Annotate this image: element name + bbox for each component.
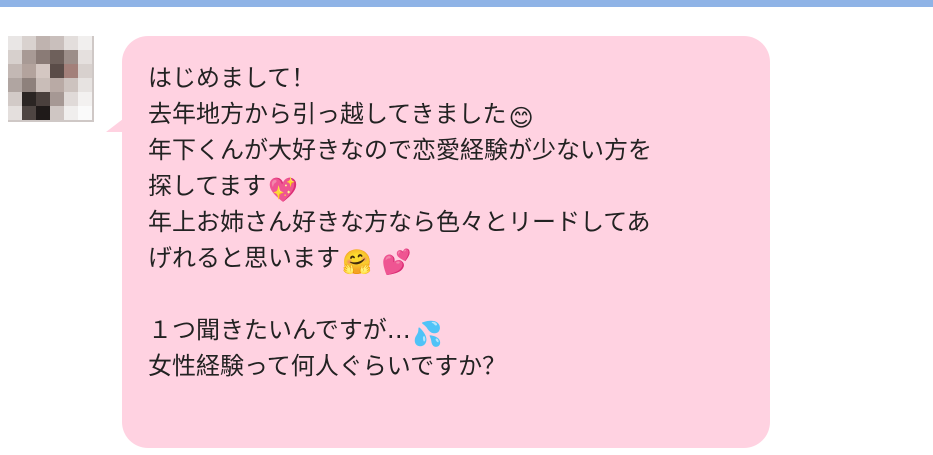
- message-line: １つ聞きたいんですが…💦: [148, 316, 443, 348]
- sweat-droplets-icon: 💦: [412, 320, 443, 348]
- avatar[interactable]: [8, 36, 94, 122]
- top-bar: [0, 0, 933, 7]
- message-bubble[interactable]: はじめまして！ 去年地方から引っ越してきました😊 年下くんが大好きなので恋愛経験…: [122, 36, 770, 448]
- message-line: 年下くんが大好きなので恋愛経験が少ない方を: [148, 136, 652, 164]
- two-hearts-icon: 💕: [381, 248, 412, 276]
- message-line: はじめまして！: [148, 64, 316, 92]
- sparkling-heart-icon: 💖: [268, 176, 298, 204]
- message-line: 探してます💖: [148, 172, 298, 204]
- message-line: 年上お姉さん好きな方なら色々とリードしてあ: [148, 208, 651, 236]
- hugging-face-icon: 🤗: [342, 248, 372, 276]
- message-line: げれると思います🤗 💕: [148, 244, 412, 276]
- message-line: 去年地方から引っ越してきました😊: [148, 100, 534, 132]
- smiling-face-icon: 😊: [508, 104, 534, 132]
- message-line: 女性経験って何人ぐらいですか？: [148, 352, 507, 380]
